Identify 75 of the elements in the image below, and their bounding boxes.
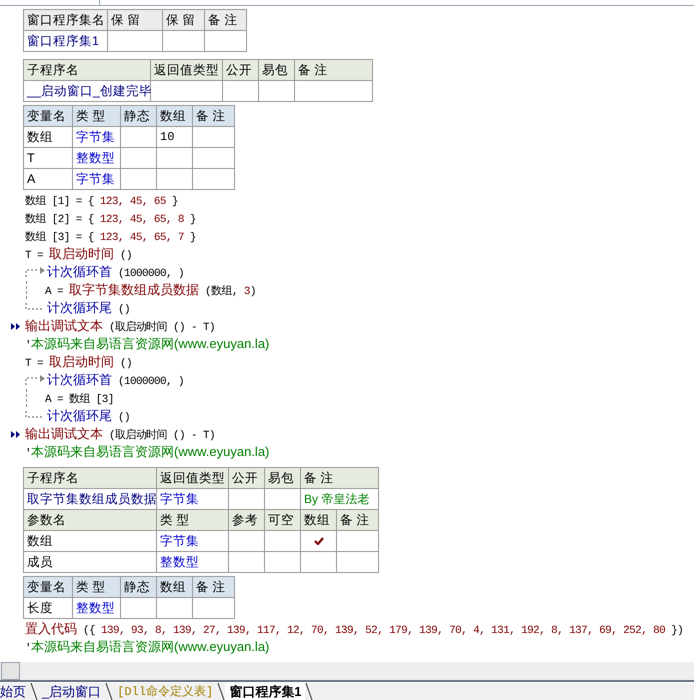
column-header: 类 型 — [156, 510, 228, 530]
column-header: 类 型 — [72, 576, 120, 598]
code-line: 计次循环首 (1000000, ) — [47, 262, 184, 282]
double-arrow-icon — [11, 430, 20, 438]
assembly-name-cell: 窗口程序集1 — [24, 30, 108, 52]
column-header: 备 注 — [192, 106, 234, 126]
variable-name-cell: 数组 — [24, 126, 72, 148]
column-header: 窗口程序集名 — [24, 10, 108, 30]
column-header: 备 注 — [300, 468, 379, 488]
variable-name-cell: T — [24, 148, 72, 168]
code-line: 计次循环首 (1000000, ) — [47, 370, 184, 390]
double-arrow-icon — [11, 322, 20, 330]
tab-divider-line — [305, 683, 314, 700]
comment-line: '本源码来自易语言资源网(www.eyuyan.la) — [25, 638, 270, 657]
column-header: 返回值类型 — [150, 60, 222, 80]
loop-start-arrow-icon — [25, 267, 45, 277]
parameter-name-cell: 成员 — [24, 552, 156, 572]
variable-name-cell: A — [24, 168, 72, 190]
column-header: 参考 — [228, 510, 264, 530]
tab-divider-line — [217, 683, 226, 700]
code-line: A = 取字节集数组成员数据 (数组, 3) — [45, 280, 256, 300]
type-cell: 字节集 — [72, 126, 120, 148]
code-line: A = 数组 [3] — [45, 392, 114, 408]
code-line: 数组 [3] = { 123, 45, 65, 7 } — [25, 230, 196, 246]
tab-divider-line — [105, 683, 114, 700]
code-line: 置入代码 ({ 139, 93, 8, 139, 27, 139, 117, 12, 70, 139, 52, 179, 139, 70, 4, 131, 192, 8, 137, 69, 252, 80 }) — [25, 620, 684, 639]
loop-start-arrow-icon — [25, 375, 45, 385]
parameter-name-cell: 数组 — [24, 530, 156, 552]
variable-name-cell: 长度 — [24, 598, 72, 618]
column-header: 备 注 — [294, 60, 372, 80]
code-line: 输出调试文本 (取启动时间 () - T) — [25, 316, 216, 336]
type-cell: 整数型 — [156, 552, 228, 572]
column-header: 可空 — [264, 510, 300, 530]
column-header: 易包 — [258, 60, 294, 80]
tab[interactable]: _启动窗口 — [38, 683, 106, 700]
type-cell: 整数型 — [72, 598, 120, 618]
column-header: 数组 — [156, 106, 192, 126]
column-header: 公开 — [222, 60, 258, 80]
type-cell: 字节集 — [156, 530, 228, 552]
column-header: 保 留 — [108, 10, 162, 30]
tab[interactable]: 窗口程序集1 — [225, 683, 306, 700]
subroutine-name-cell: __启动窗口_创建完毕 — [24, 80, 150, 102]
column-header: 易包 — [264, 468, 300, 488]
comment-line: '本源码来自易语言资源网(www.eyuyan.la) — [25, 334, 270, 354]
scroll-button[interactable] — [1, 662, 20, 680]
type-cell: 整数型 — [72, 148, 120, 168]
type-cell: 字节集 — [72, 168, 120, 190]
column-header: 变量名 — [24, 106, 72, 126]
tab-divider-line — [30, 683, 38, 700]
column-header: 保 留 — [162, 10, 204, 30]
tab[interactable]: 始页 — [0, 683, 30, 700]
code-line: T = 取启动时间 () — [25, 352, 132, 372]
column-header: 备 注 — [204, 10, 246, 30]
column-header: 备 注 — [192, 576, 234, 598]
column-header: 返回值类型 — [156, 468, 228, 488]
column-header: 变量名 — [24, 576, 72, 598]
code-line: 计次循环尾 () — [47, 406, 130, 426]
column-header: 静态 — [120, 106, 156, 126]
column-header: 类 型 — [72, 106, 120, 126]
code-line: 输出调试文本 (取启动时间 () - T) — [25, 424, 216, 444]
column-header: 子程序名 — [24, 60, 150, 80]
checkmark-icon — [314, 537, 324, 546]
column-header: 子程序名 — [24, 468, 156, 488]
column-header: 公开 — [228, 468, 264, 488]
column-header: 静态 — [120, 576, 156, 598]
comment-line: '本源码来自易语言资源网(www.eyuyan.la) — [25, 442, 270, 462]
column-header: 参数名 — [24, 510, 156, 530]
column-header: 备 注 — [336, 510, 379, 530]
array-size-cell: 10 — [156, 126, 192, 148]
code-line: 数组 [2] = { 123, 45, 65, 8 } — [25, 212, 196, 228]
column-header: 数组 — [300, 510, 336, 530]
code-line: T = 取启动时间 () — [25, 244, 132, 264]
column-header: 数组 — [156, 576, 192, 598]
code-line: 数组 [1] = { 123, 45, 65 } — [25, 194, 178, 210]
code-line: 计次循环尾 () — [47, 298, 130, 318]
